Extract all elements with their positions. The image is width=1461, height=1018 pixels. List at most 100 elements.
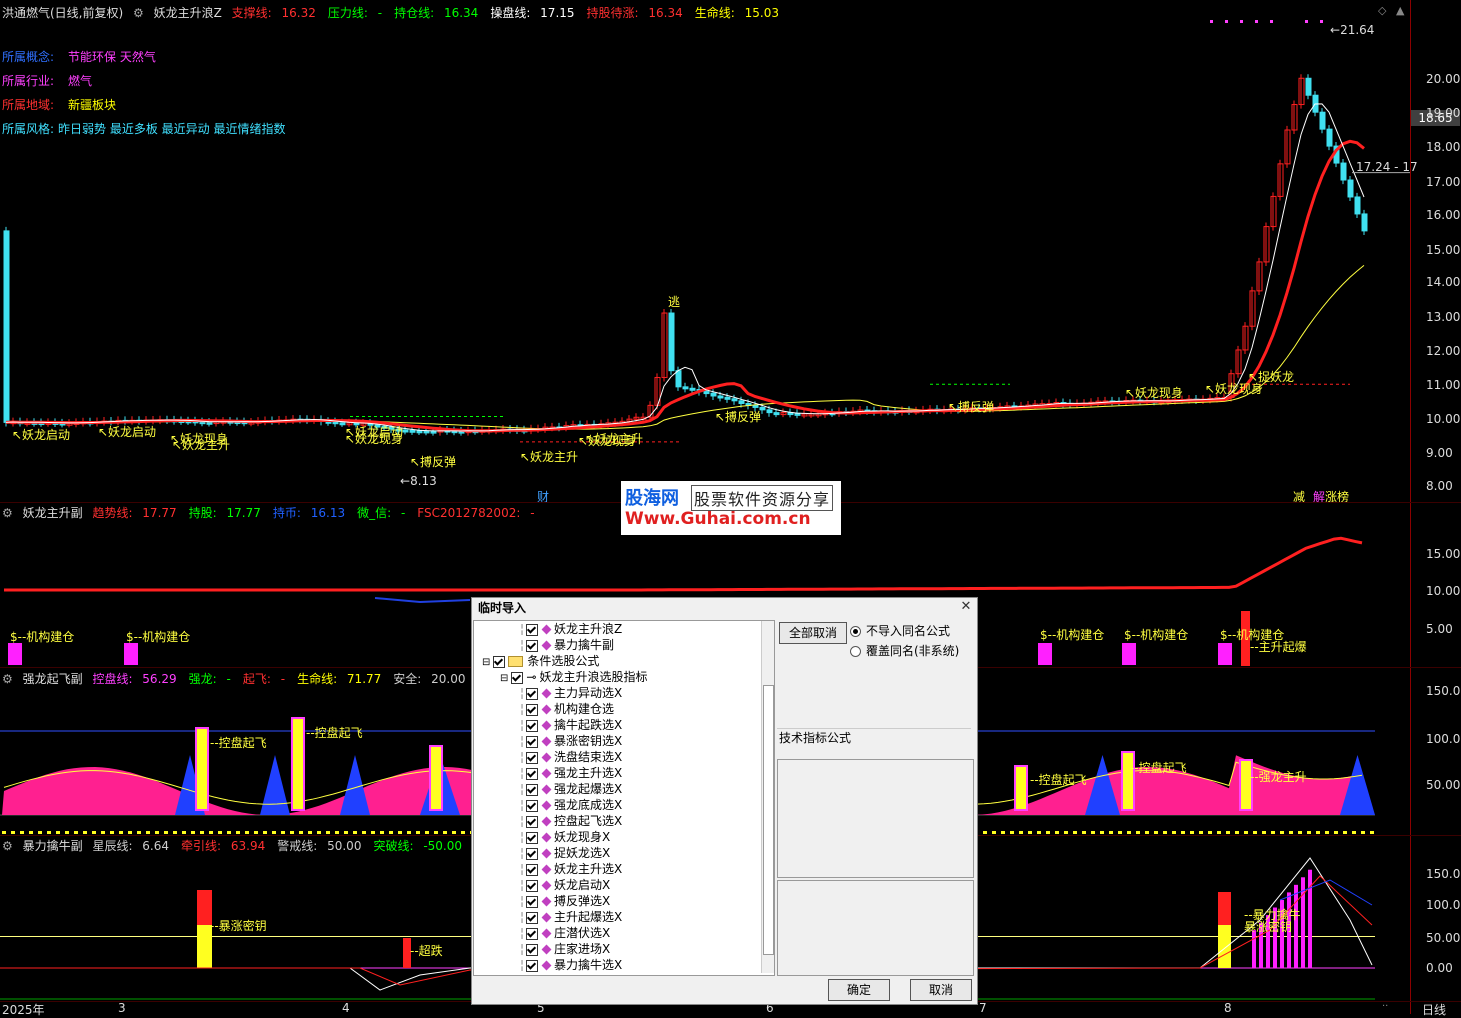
tree-item[interactable]: ⊟ 条件选股公式 (482, 653, 599, 669)
collapse-icon[interactable]: ▲ (1396, 4, 1404, 17)
checkbox[interactable] (526, 943, 539, 956)
tree-item[interactable]: ¦ 搏反弹选X (520, 893, 610, 909)
tree-expand-icon[interactable]: ⊟ (482, 657, 490, 668)
pane3-title[interactable]: 强龙起飞副 (23, 672, 83, 686)
tree-item[interactable]: ¦ 强龙底成选X (520, 797, 622, 813)
diamond-icon[interactable]: ◇ (1378, 4, 1386, 17)
date-tick: 8 (1224, 1001, 1232, 1015)
tree-item[interactable]: ¦ 强龙主升选X (520, 765, 622, 781)
pane3-takeoff-bar (291, 717, 305, 811)
axis-tick: 17.00 (1426, 175, 1461, 189)
axis-tick: 20.00 (1426, 72, 1461, 86)
checkbox[interactable] (526, 799, 539, 812)
pane-dot-separator (1019, 831, 1023, 834)
gear-icon[interactable]: ⚙ (133, 6, 144, 20)
pane-dot-separator (335, 831, 339, 834)
tree-item[interactable]: ¦ 控盘起飞选X (520, 813, 622, 829)
checkbox[interactable] (526, 623, 539, 636)
axis-tick: 8.00 (1426, 479, 1453, 493)
period-label[interactable]: 日线 (1422, 1001, 1446, 1018)
date-tick: 7 (979, 1001, 987, 1015)
tree-item[interactable]: ¦ 擒牛起跌选X (520, 717, 622, 733)
pane-dot-separator (1163, 831, 1167, 834)
formula-icon (541, 624, 552, 635)
gear-icon[interactable]: ⚙ (2, 839, 13, 853)
checkbox[interactable] (526, 719, 539, 732)
cancel-all-button[interactable]: 全部取消 (779, 622, 847, 644)
close-icon[interactable]: ✕ (959, 600, 973, 614)
pane4-value-0: 星辰线: 6.64 (92, 839, 170, 853)
axis-tick: 15.00 (1426, 547, 1461, 561)
tree-item[interactable]: ¦ 妖龙主升选X (520, 861, 622, 877)
tree-item[interactable]: ¦ 庄家进场X (520, 941, 610, 957)
tree-expand-icon[interactable]: ⊟ (500, 673, 508, 684)
main-indicator-values: 支撑线: 16.32 压力线: - 持仓线: 16.34 操盘线: 17.15 持股待涨… (232, 6, 791, 20)
checkbox[interactable] (526, 847, 539, 860)
tree-item[interactable]: ¦ 主力异动选X (520, 685, 622, 701)
formula-type-label: 技术指标公式 (779, 731, 852, 745)
cancel-button[interactable]: 取消 (910, 979, 972, 1001)
checkbox[interactable] (526, 927, 539, 940)
tree-item[interactable]: ¦ 捉妖龙选X (520, 845, 610, 861)
checkbox[interactable] (526, 815, 539, 828)
checkbox[interactable] (526, 735, 539, 748)
tree-item[interactable]: ¦ 洗盘结束选X (520, 749, 622, 765)
checkbox[interactable] (526, 783, 539, 796)
pane-dot-separator (308, 831, 312, 834)
tree-item[interactable]: ¦ 妖龙现身X (520, 829, 610, 845)
ok-button[interactable]: 确定 (828, 979, 890, 1001)
pane4-title[interactable]: 暴力擒牛副 (23, 839, 83, 853)
formula-tree[interactable]: ¦ 妖龙主升浪Z ¦ 暴力擒牛副 ⊟ 条件选股公式 ⊟ ⊸ 妖龙主升浪选股指标 ¦ 主力异动选X ¦ 机… (473, 620, 775, 976)
checkbox[interactable] (526, 639, 539, 652)
pane-dot-separator (245, 831, 249, 834)
tree-item[interactable]: ¦ 暴力擒牛选X (520, 957, 622, 973)
checkbox[interactable] (526, 687, 539, 700)
checkbox[interactable] (526, 767, 539, 780)
tree-item[interactable]: ¦ 妖龙主升浪Z (520, 621, 622, 637)
radio-no-import[interactable]: 不导入同名公式 (850, 622, 950, 639)
tree-item[interactable]: ¦ 暴力擒牛副 (520, 637, 614, 653)
gear-icon[interactable]: ⚙ (2, 672, 13, 686)
pane2-value-1: 持股: 17.77 (188, 506, 261, 520)
pane-dot-separator (1343, 831, 1347, 834)
pane-dot-separator (362, 831, 366, 834)
tree-item[interactable]: ¦ 暴涨密钥选X (520, 733, 622, 749)
pane-dot-separator (416, 831, 420, 834)
indicator-name[interactable]: 妖龙主升浪Z (154, 6, 222, 20)
tree-item[interactable]: ¦ 主升起爆选X (520, 909, 622, 925)
pane-dot-separator (1235, 831, 1239, 834)
tree-item[interactable]: ¦ 庄潜伏选X (520, 925, 610, 941)
checkbox[interactable] (526, 863, 539, 876)
radio-overwrite[interactable]: 覆盖同名(非系统) (850, 642, 959, 659)
tree-item[interactable]: ¦ 妖龙启动X (520, 877, 610, 893)
checkbox[interactable] (526, 911, 539, 924)
candle-body (668, 312, 675, 372)
checkbox[interactable] (493, 655, 506, 668)
checkbox[interactable] (526, 831, 539, 844)
axis-tick: 10.00 (1426, 412, 1461, 426)
tree-scrollbar[interactable] (761, 621, 774, 973)
tree-item[interactable]: ¦ 强龙起爆选X (520, 781, 622, 797)
pane-dot-separator (380, 831, 384, 834)
tree-item[interactable]: ⊟ ⊸ 妖龙主升浪选股指标 (500, 669, 647, 685)
formula-icon (541, 896, 552, 907)
checkbox[interactable] (526, 751, 539, 764)
pane2-title[interactable]: 妖龙主升副 (23, 506, 83, 520)
checkbox[interactable] (526, 959, 539, 972)
checkbox[interactable] (526, 879, 539, 892)
signal-label: ↖搏反弹 (715, 410, 762, 424)
checkbox[interactable] (526, 703, 539, 716)
pane-dot-separator (1010, 831, 1014, 834)
scroll-right-icon[interactable]: ·· (1382, 1001, 1388, 1012)
gear-icon[interactable]: ⚙ (2, 506, 13, 520)
pane2-tag: $--机构建仓 (1124, 628, 1189, 642)
axis-tick: 100.0 (1426, 732, 1461, 746)
checkbox[interactable] (526, 895, 539, 908)
tree-item[interactable]: ¦ 机构建仓选 (520, 701, 614, 717)
pane-dot-separator (1127, 831, 1131, 834)
candle-body (731, 398, 738, 402)
main-value-0: 支撑线: 16.32 (231, 6, 316, 20)
checkbox[interactable] (511, 671, 524, 684)
stock-title[interactable]: 洪通燃气(日线,前复权) (2, 6, 123, 20)
scrollbar-thumb[interactable] (763, 685, 774, 955)
